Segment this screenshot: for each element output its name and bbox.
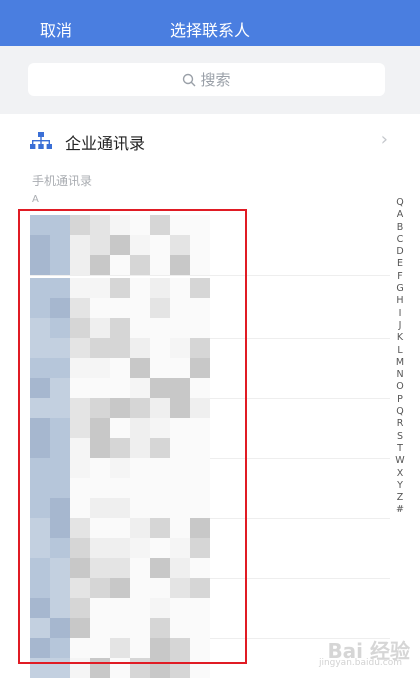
search-area: 搜索 bbox=[0, 46, 420, 114]
index-letter[interactable]: T bbox=[397, 443, 403, 455]
index-letter[interactable]: P bbox=[397, 394, 403, 406]
section-title: 手机通讯录 bbox=[32, 174, 93, 188]
index-letter[interactable]: Y bbox=[397, 480, 403, 492]
search-placeholder: 搜索 bbox=[200, 71, 231, 89]
index-letter[interactable]: Q bbox=[396, 406, 403, 418]
index-letter[interactable]: W bbox=[395, 455, 404, 467]
index-letter[interactable]: J bbox=[399, 320, 402, 332]
index-letter[interactable]: N bbox=[396, 369, 403, 381]
index-letter[interactable]: F bbox=[397, 271, 402, 283]
index-letter[interactable]: Z bbox=[397, 492, 404, 504]
index-letter[interactable]: L bbox=[397, 345, 402, 357]
chevron-right-icon: › bbox=[380, 129, 388, 150]
search-icon bbox=[183, 73, 196, 86]
index-letter[interactable]: S bbox=[397, 431, 403, 443]
index-letter[interactable]: C bbox=[397, 234, 404, 246]
org-directory-label: 企业通讯录 bbox=[65, 134, 146, 153]
index-letter[interactable]: Q bbox=[396, 197, 403, 209]
org-directory-row[interactable]: 企业通讯录 › bbox=[0, 114, 420, 166]
index-letter[interactable]: I bbox=[399, 308, 402, 320]
watermark-url: jingyan.baidu.com bbox=[318, 658, 402, 668]
index-letter[interactable]: X bbox=[397, 468, 404, 480]
section-letter: A bbox=[32, 194, 39, 205]
index-letter[interactable]: # bbox=[396, 504, 404, 516]
index-letter[interactable]: R bbox=[397, 418, 404, 430]
alphabet-index[interactable]: Q A B C D E F G H I J K L M N O P Q R S T W X Y Z # bbox=[394, 197, 406, 517]
index-letter[interactable]: M bbox=[396, 357, 404, 369]
index-letter[interactable]: O bbox=[396, 381, 403, 393]
page-title: 选择联系人 bbox=[169, 21, 250, 40]
index-letter[interactable]: K bbox=[397, 332, 403, 344]
index-letter[interactable]: H bbox=[396, 295, 403, 307]
index-letter[interactable]: D bbox=[396, 246, 403, 258]
index-letter[interactable]: B bbox=[397, 222, 404, 234]
index-letter[interactable]: A bbox=[397, 209, 404, 221]
highlight-box bbox=[18, 209, 247, 664]
navigation-bar: 取消 选择联系人 bbox=[0, 0, 420, 46]
org-chart-icon bbox=[30, 132, 52, 149]
phone-contacts-header: 手机通讯录 A bbox=[0, 166, 420, 212]
search-input[interactable]: 搜索 bbox=[28, 63, 385, 96]
index-letter[interactable]: G bbox=[396, 283, 403, 295]
index-letter[interactable]: E bbox=[397, 258, 403, 270]
